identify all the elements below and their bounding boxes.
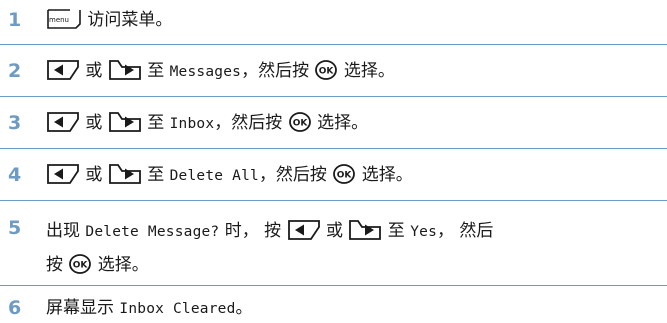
instruction-text: 选择。: [311, 113, 369, 133]
left-nav-key-icon: [46, 111, 80, 133]
step-number: 5: [8, 217, 22, 239]
step-text: 或 至 Inbox，然后按 OK 选择。: [46, 110, 661, 137]
instruction-text: 至: [382, 221, 411, 241]
instruction-text: 访问菜单。: [82, 10, 173, 30]
instruction-text: 选择。: [356, 165, 413, 185]
divider: [0, 285, 667, 286]
step-text-line: 出现 Delete Message? 时， 按 或 至 Yes， 然后: [46, 215, 661, 249]
step-number: 2: [8, 60, 22, 82]
instruction-text: ，然后按: [258, 165, 333, 185]
ok-key-icon: OK: [68, 253, 92, 275]
menu-key-label: menu: [49, 16, 69, 24]
ok-key-icon: OK: [288, 111, 312, 133]
menu-option-name: Delete Message?: [85, 224, 220, 240]
instruction-text: 时， 按: [219, 221, 287, 241]
left-nav-key-icon: [46, 163, 80, 185]
ok-key-label: OK: [337, 170, 353, 180]
divider: [0, 44, 667, 45]
ok-key-label: OK: [73, 260, 89, 270]
instruction-text: 或: [80, 113, 108, 133]
instruction-text: ，然后按: [214, 113, 288, 133]
step-number: 6: [8, 297, 22, 319]
ok-key-icon: OK: [332, 163, 356, 185]
ok-key-label: OK: [292, 118, 308, 128]
step-text: 或 至 Messages，然后按 OK 选择。: [46, 58, 661, 85]
step-text: menu 访问菜单。: [46, 7, 661, 33]
menu-option-name: Yes: [410, 224, 437, 240]
step-text: 或 至 Delete All，然后按 OK 选择。: [46, 162, 661, 189]
step-number: 4: [8, 164, 22, 186]
divider: [0, 148, 667, 149]
instruction-text: 选择。: [92, 255, 149, 275]
instruction-text: 选择。: [338, 61, 395, 81]
instruction-text: 至: [141, 165, 170, 185]
instruction-text: 至: [141, 113, 170, 133]
menu-option-name: Delete All: [169, 168, 259, 184]
instruction-text: 或: [80, 61, 108, 81]
instruction-text: 或: [320, 221, 349, 241]
menu-option-name: Inbox Cleared: [119, 301, 236, 317]
right-nav-key-icon: [348, 219, 382, 241]
ok-key-icon: OK: [314, 59, 338, 81]
menu-option-name: Messages: [169, 64, 242, 80]
step-text-line: 按 OK 选择。: [46, 249, 661, 283]
step-text: 屏幕显示 Inbox Cleared。: [46, 295, 661, 322]
left-nav-key-icon: [287, 219, 321, 241]
left-nav-key-icon: [46, 59, 80, 81]
instruction-text: ，然后按: [241, 61, 315, 81]
instruction-text: 出现: [46, 221, 86, 241]
instruction-text: 按: [46, 255, 69, 275]
instruction-text: ， 然后: [437, 221, 494, 241]
step-text: 出现 Delete Message? 时， 按 或 至 Yes， 然后按 OK …: [46, 215, 661, 283]
step-number: 1: [8, 9, 22, 31]
menu-option-name: Inbox: [169, 116, 215, 132]
right-nav-key-icon: [108, 111, 142, 133]
divider: [0, 200, 667, 201]
ok-key-label: OK: [319, 66, 335, 76]
right-nav-key-icon: [108, 59, 142, 81]
instruction-text: 屏幕显示: [46, 298, 120, 318]
menu-key-icon: menu: [46, 8, 82, 30]
instruction-text: 。: [235, 298, 253, 318]
right-nav-key-icon: [108, 163, 142, 185]
instruction-text: 或: [80, 165, 108, 185]
step-number: 3: [8, 112, 22, 134]
instruction-text: 至: [141, 61, 170, 81]
divider: [0, 96, 667, 97]
